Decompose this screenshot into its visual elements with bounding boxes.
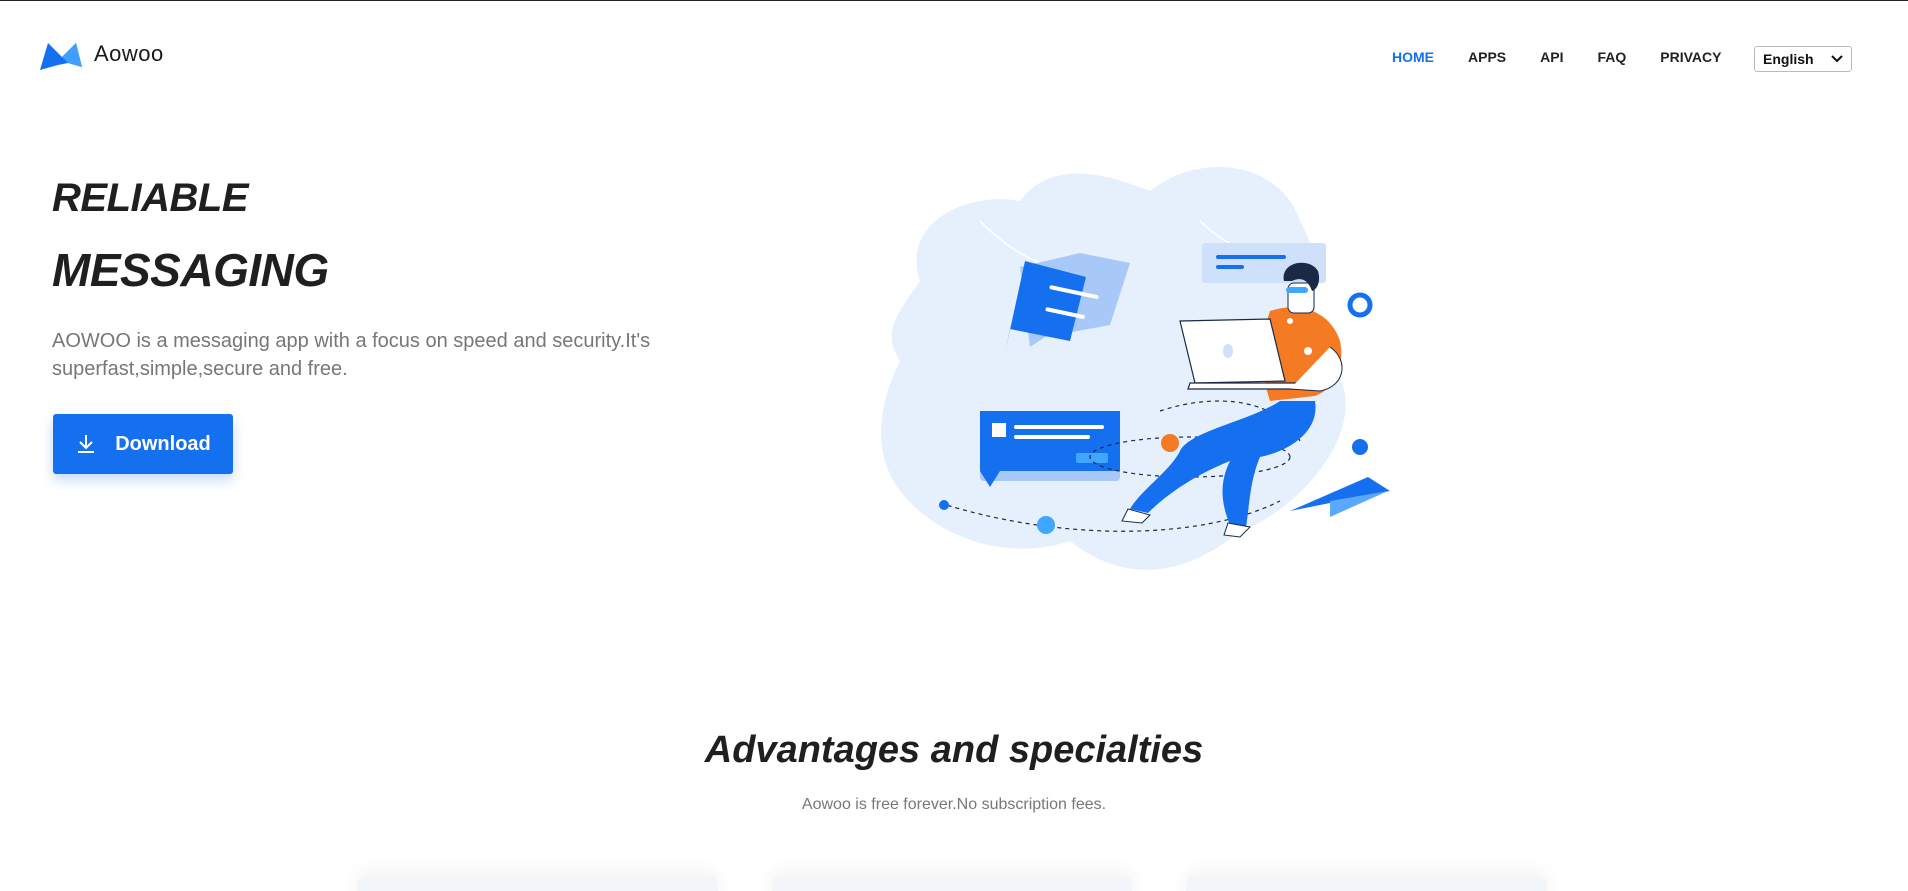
- nav-apps[interactable]: APPS: [1468, 49, 1506, 65]
- language-select[interactable]: English: [1754, 46, 1852, 72]
- hero-illustration: [881, 167, 1390, 570]
- feature-card: [358, 877, 718, 891]
- nav-faq[interactable]: FAQ: [1597, 49, 1626, 65]
- nav-api[interactable]: API: [1540, 49, 1563, 65]
- site-header: Aowoo HOME APPS API FAQ PRIVACY English: [0, 1, 1908, 111]
- chevron-down-icon: [1831, 55, 1843, 63]
- logo[interactable]: Aowoo: [38, 37, 164, 71]
- feature-card: [1186, 877, 1546, 891]
- hero-title-line2: MESSAGING: [52, 244, 329, 296]
- logo-icon: [40, 43, 82, 70]
- advantages-subtitle: Aowoo is free forever.No subscription fe…: [801, 796, 1107, 813]
- nav-privacy[interactable]: PRIVACY: [1660, 49, 1721, 65]
- nav-home[interactable]: HOME: [1392, 49, 1434, 65]
- page: Aowoo HOME APPS API FAQ PRIVACY English …: [0, 0, 1908, 891]
- download-button[interactable]: Download: [53, 414, 233, 474]
- main-nav: HOME APPS API FAQ PRIVACY: [1392, 49, 1755, 65]
- download-icon: [78, 435, 95, 453]
- logo-text: Aowoo: [94, 41, 164, 66]
- hero-title-line1: RELIABLE: [52, 176, 249, 220]
- hero-description: AOWOO is a messaging app with a focus on…: [52, 330, 651, 380]
- language-selected: English: [1763, 51, 1814, 67]
- advantages-title: Advantages and specialties: [704, 729, 1204, 771]
- download-label: Download: [115, 432, 211, 455]
- feature-card: [772, 877, 1132, 891]
